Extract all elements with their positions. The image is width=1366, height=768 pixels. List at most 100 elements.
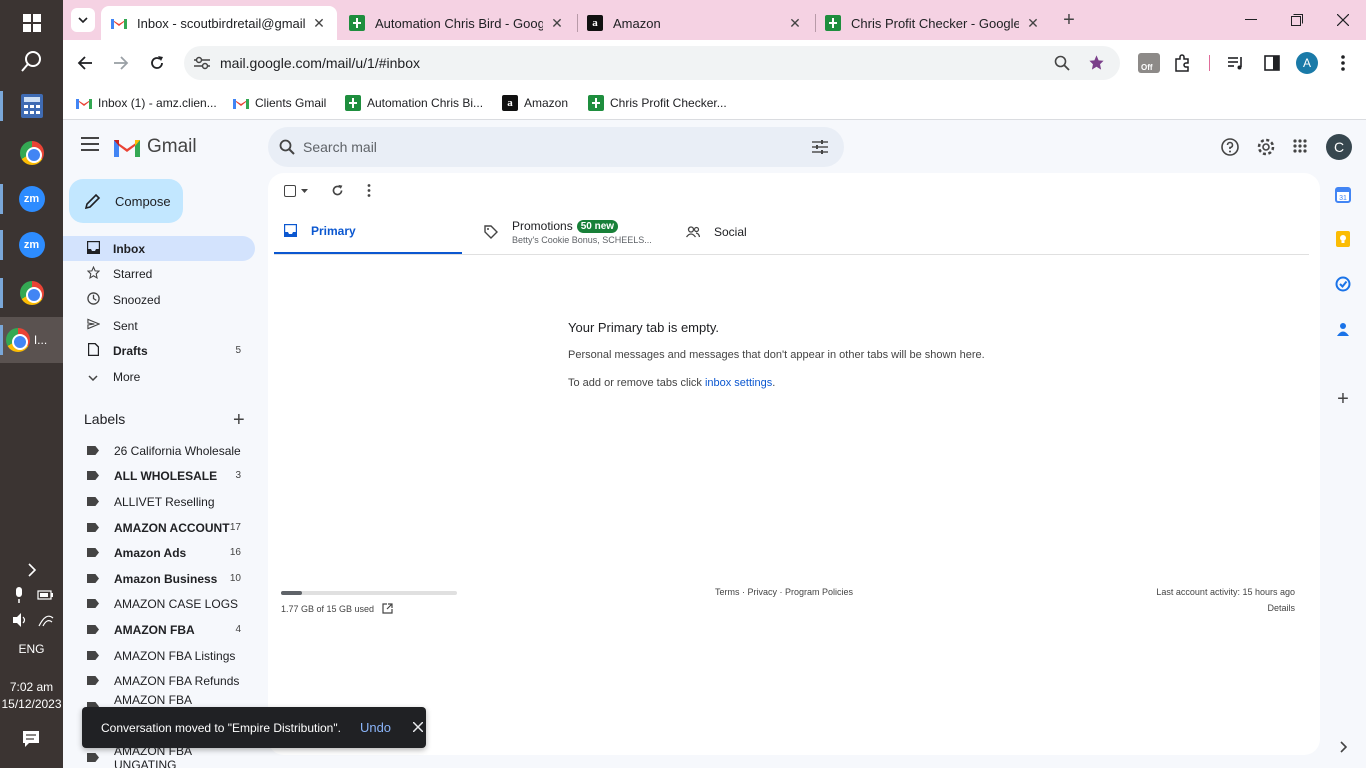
activity-details-link[interactable]: Details bbox=[1267, 603, 1295, 613]
open-in-new-icon[interactable] bbox=[382, 603, 393, 614]
search-mail-bar[interactable]: Search mail bbox=[268, 127, 844, 167]
tab-search-button[interactable] bbox=[71, 8, 95, 32]
taskbar-calculator-app[interactable] bbox=[0, 83, 63, 129]
more-actions-button[interactable] bbox=[367, 184, 371, 200]
browser-tab-gmail[interactable]: Inbox - scoutbirdretail@gmail.c ✕ bbox=[101, 6, 337, 40]
side-panel-button[interactable] bbox=[1260, 51, 1284, 75]
taskbar-chrome-profile-v[interactable] bbox=[0, 270, 63, 316]
nav-item-label: More bbox=[113, 369, 141, 384]
tab-social[interactable]: Social bbox=[686, 209, 876, 255]
taskbar-search-button[interactable] bbox=[0, 38, 63, 84]
label-item[interactable]: ALL WHOLESALE 3 bbox=[63, 463, 255, 488]
google-apps-button[interactable] bbox=[1293, 139, 1307, 156]
show-hidden-icons-button[interactable] bbox=[0, 550, 63, 590]
browser-tab-automation-sheet[interactable]: Automation Chris Bird - Google ✕ bbox=[339, 6, 575, 40]
extensions-button[interactable] bbox=[1171, 51, 1195, 75]
label-item[interactable]: AMAZON ACCOUNT 17 bbox=[63, 515, 255, 540]
bookmark-star-icon[interactable] bbox=[1088, 54, 1105, 71]
nav-item-snoozed[interactable]: Snoozed bbox=[63, 287, 255, 312]
close-window-button[interactable] bbox=[1331, 8, 1355, 32]
minimize-window-button[interactable] bbox=[1239, 8, 1263, 32]
undo-button[interactable]: Undo bbox=[360, 720, 391, 735]
refresh-button[interactable] bbox=[331, 184, 344, 200]
microphone-icon[interactable] bbox=[12, 587, 26, 606]
nav-item-starred[interactable]: Starred bbox=[63, 261, 255, 286]
notifications-icon[interactable] bbox=[22, 730, 40, 751]
clock-date[interactable]: 15/12/2023 bbox=[0, 697, 63, 711]
forward-button[interactable] bbox=[109, 51, 133, 75]
restore-window-button[interactable] bbox=[1285, 8, 1309, 32]
zoom-search-icon[interactable] bbox=[1054, 55, 1070, 71]
footer-links[interactable]: Terms · Privacy · Program Policies bbox=[715, 587, 853, 597]
bookmark-clients-gmail[interactable]: Clients Gmail bbox=[233, 93, 326, 113]
tab-primary[interactable]: Primary bbox=[274, 209, 462, 255]
close-icon[interactable]: ✕ bbox=[311, 15, 327, 32]
tab-promotions[interactable]: Promotions 50 new Betty's Cookie Bonus, … bbox=[482, 209, 682, 255]
wifi-icon[interactable] bbox=[38, 613, 54, 630]
address-bar[interactable]: mail.google.com/mail/u/1/#inbox bbox=[184, 46, 1120, 80]
close-icon[interactable]: ✕ bbox=[1025, 15, 1041, 32]
bookmark-automation-chris-bird[interactable]: Automation Chris Bi... bbox=[345, 93, 483, 113]
checkbox-icon bbox=[284, 185, 296, 197]
search-input[interactable]: Search mail bbox=[303, 139, 377, 155]
tasks-app-button[interactable] bbox=[1333, 274, 1353, 294]
gmail-logo[interactable]: Gmail bbox=[114, 136, 197, 158]
language-indicator[interactable]: ENG bbox=[0, 642, 63, 656]
dismiss-snackbar-button[interactable] bbox=[412, 720, 424, 735]
bookmark-chris-profit-checker[interactable]: Chris Profit Checker... bbox=[588, 93, 727, 113]
label-item[interactable]: ALLIVET Reselling bbox=[63, 489, 255, 514]
taskbar-chrome-profile-a[interactable]: I... bbox=[0, 317, 63, 363]
label-item[interactable]: AMAZON FBA UNGATING bbox=[63, 744, 255, 768]
label-item[interactable]: AMAZON CASE LOGS bbox=[63, 591, 255, 616]
media-controls-button[interactable] bbox=[1224, 51, 1248, 75]
new-tab-button[interactable]: + bbox=[1057, 8, 1081, 32]
nav-item-inbox[interactable]: Inbox bbox=[63, 236, 255, 261]
back-button[interactable] bbox=[73, 51, 97, 75]
battery-icon[interactable] bbox=[37, 589, 55, 604]
sheets-icon bbox=[825, 15, 841, 31]
site-settings-icon[interactable] bbox=[194, 56, 210, 70]
select-all-checkbox[interactable] bbox=[284, 185, 308, 197]
contacts-app-button[interactable] bbox=[1333, 319, 1353, 339]
google-account-avatar[interactable]: C bbox=[1326, 134, 1352, 160]
settings-button[interactable] bbox=[1256, 137, 1276, 160]
label-item[interactable]: Amazon Ads 16 bbox=[63, 540, 255, 565]
browser-tab-amazon[interactable]: a Amazon ✕ bbox=[577, 6, 813, 40]
nav-item-sent[interactable]: Sent bbox=[63, 313, 255, 338]
taskbar-zoom-app-1[interactable]: zm bbox=[0, 176, 63, 222]
keep-app-button[interactable] bbox=[1333, 229, 1353, 249]
bookmark-amazon[interactable]: a Amazon bbox=[502, 93, 568, 113]
search-icon[interactable] bbox=[279, 139, 295, 155]
nav-item-more[interactable]: More bbox=[63, 364, 255, 389]
label-item[interactable]: AMAZON FBA 4 bbox=[63, 617, 255, 642]
search-options-icon[interactable] bbox=[812, 139, 828, 155]
label-icon bbox=[87, 548, 99, 557]
volume-icon[interactable] bbox=[12, 612, 30, 631]
close-icon[interactable]: ✕ bbox=[787, 15, 803, 32]
hide-side-panel-button[interactable] bbox=[1333, 737, 1353, 757]
label-item[interactable]: Amazon Business 10 bbox=[63, 566, 255, 591]
nav-item-drafts[interactable]: Drafts 5 bbox=[63, 338, 255, 363]
browser-tab-profit-checker[interactable]: Chris Profit Checker - Google S ✕ bbox=[815, 6, 1051, 40]
chrome-menu-button[interactable] bbox=[1331, 51, 1355, 75]
create-label-button[interactable]: + bbox=[233, 409, 245, 432]
support-button[interactable] bbox=[1221, 138, 1239, 159]
reload-button[interactable] bbox=[145, 51, 169, 75]
inbox-icon bbox=[284, 224, 297, 237]
compose-button[interactable]: Compose bbox=[69, 179, 183, 223]
chrome-profile-button[interactable]: A bbox=[1295, 51, 1319, 75]
url-text[interactable]: mail.google.com/mail/u/1/#inbox bbox=[220, 55, 420, 71]
get-addons-button[interactable]: + bbox=[1333, 388, 1353, 410]
label-item[interactable]: 26 California Wholesale bbox=[63, 438, 255, 463]
bookmark-inbox-amz-client[interactable]: Inbox (1) - amz.clien... bbox=[76, 93, 217, 113]
taskbar-zoom-app-2[interactable]: zm bbox=[0, 222, 63, 268]
label-item[interactable]: AMAZON FBA Listings bbox=[63, 643, 255, 668]
main-menu-button[interactable] bbox=[81, 137, 99, 154]
clock-time[interactable]: 7:02 am bbox=[0, 680, 63, 694]
close-icon[interactable]: ✕ bbox=[549, 15, 565, 32]
inbox-settings-link[interactable]: inbox settings bbox=[705, 377, 772, 389]
label-item[interactable]: AMAZON FBA Refunds bbox=[63, 668, 255, 693]
taskbar-chrome-app[interactable] bbox=[0, 130, 63, 176]
calendar-app-button[interactable]: 31 bbox=[1333, 185, 1353, 205]
extension-off-button[interactable]: Off bbox=[1137, 51, 1161, 75]
